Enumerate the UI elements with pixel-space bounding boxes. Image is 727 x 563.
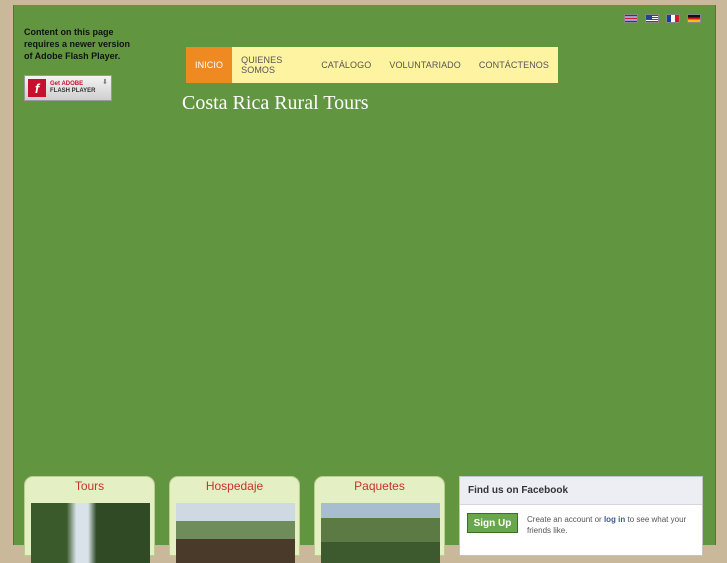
flash-badge-get: Get ADOBE — [50, 81, 84, 87]
germany-flag-icon[interactable] — [687, 14, 701, 23]
nav-item-inicio[interactable]: INICIO — [186, 47, 233, 83]
nav-item-quienes-somos[interactable]: QUIENES SOMOS — [232, 47, 312, 83]
download-arrow-icon: ⬇ — [102, 79, 108, 86]
facebook-text-before: Create an account or — [527, 515, 604, 524]
flash-required-message: Content on this page requires a newer ve… — [24, 27, 131, 61]
get-flash-player-button[interactable]: f Get ADOBE FLASH PLAYER ⬇ — [24, 75, 112, 101]
card-title[interactable]: Hospedaje — [170, 479, 299, 493]
facebook-widget: Find us on Facebook Sign Up Create an ac… — [459, 476, 703, 556]
facebook-prompt: Create an account or log in to see what … — [527, 514, 697, 536]
card-title[interactable]: Paquetes — [315, 479, 444, 493]
main-nav: INICIO QUIENES SOMOS CATÁLOGO VOLUNTARIA… — [186, 47, 558, 83]
card-hospedaje[interactable]: Hospedaje — [169, 476, 300, 563]
waterfall-photo[interactable] — [31, 503, 150, 563]
card-tours[interactable]: Tours — [24, 476, 155, 563]
nav-item-contactenos[interactable]: CONTÁCTENOS — [470, 47, 558, 83]
card-paquetes[interactable]: Paquetes — [314, 476, 445, 563]
page-container — [13, 5, 716, 545]
site-title: Costa Rica Rural Tours — [182, 92, 369, 114]
usa-flag-icon[interactable] — [645, 14, 659, 23]
facebook-login-link[interactable]: log in — [604, 515, 625, 524]
flash-badge-product: FLASH PLAYER — [50, 88, 96, 94]
france-flag-icon[interactable] — [666, 14, 680, 23]
facebook-signup-button[interactable]: Sign Up — [467, 513, 518, 533]
flash-f-icon: f — [28, 79, 46, 97]
nav-item-voluntariado[interactable]: VOLUNTARIADO — [380, 47, 470, 83]
card-title[interactable]: Tours — [25, 479, 154, 493]
lodging-photo[interactable] — [176, 503, 295, 563]
forest-photo[interactable] — [321, 503, 440, 563]
flash-badge-text: Get ADOBE FLASH PLAYER — [50, 81, 95, 95]
nav-item-catalogo[interactable]: CATÁLOGO — [312, 47, 380, 83]
facebook-heading[interactable]: Find us on Facebook — [460, 477, 702, 505]
costa-rica-flag-icon[interactable] — [624, 14, 638, 23]
language-flags — [624, 14, 701, 23]
